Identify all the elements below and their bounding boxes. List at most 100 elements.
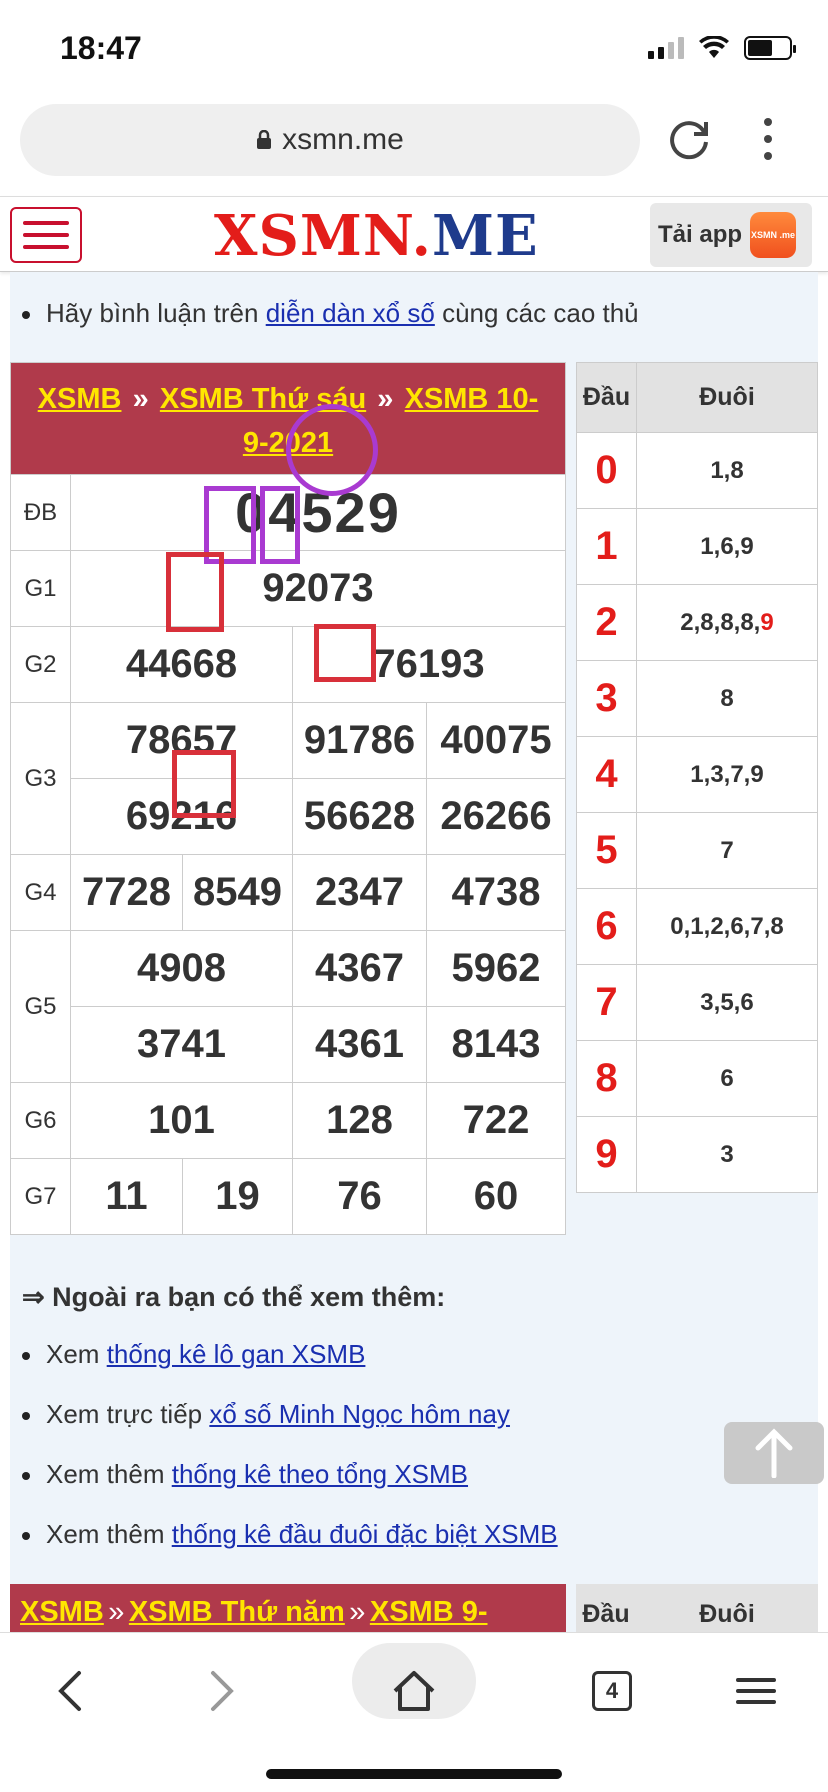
duoi-values: 3,5,6: [636, 964, 818, 1041]
dau-digit: 0: [576, 432, 637, 509]
app-icon: XSMN .me: [750, 212, 797, 258]
dau-digit: 2: [576, 584, 637, 661]
prize-label-g6: G6: [10, 1082, 71, 1159]
breadcrumb-weekday[interactable]: XSMB Thứ năm: [129, 1596, 345, 1628]
prize-g3: 26266: [426, 778, 566, 855]
forward-icon: [211, 1671, 234, 1711]
duoi-header: Đuôi: [636, 362, 818, 433]
see-more-section: ⇒ Ngoài ra bạn có thể xem thêm: Xem thốn…: [22, 1282, 802, 1579]
home-icon-wrap: [384, 1651, 444, 1731]
see-more-item: Xem thống kê lô gan XSMB: [22, 1339, 802, 1399]
breadcrumb-xsmb[interactable]: XSMB: [20, 1596, 104, 1628]
prize-g5: 3741: [70, 1006, 293, 1083]
duoi-values: 7: [636, 812, 818, 889]
status-time: 18:47: [60, 30, 142, 66]
prize-g2: 44668: [70, 626, 293, 703]
prize-g5: 4908: [70, 930, 293, 1007]
dau-digit: 1: [576, 508, 637, 585]
dau-digit: 6: [576, 888, 637, 965]
prize-g2: 76193: [292, 626, 566, 703]
site-header: XSMN.ME Tải app XSMN .me: [0, 196, 828, 272]
prize-g3: 40075: [426, 702, 566, 779]
prize-label-g1: G1: [10, 550, 71, 627]
prize-label-g4: G4: [10, 854, 71, 931]
prize-g4: 7728: [70, 854, 183, 931]
thong-ke-tong-link[interactable]: thống kê theo tổng XSMB: [172, 1459, 468, 1489]
minh-ngoc-link[interactable]: xổ số Minh Ngọc hôm nay: [209, 1399, 510, 1429]
prize-g3: 56628: [292, 778, 427, 855]
lock-icon: [257, 130, 272, 149]
forum-link[interactable]: diễn dàn xổ số: [266, 298, 435, 328]
signal-icon: [648, 37, 684, 59]
main-content: Hãy bình luận trên diễn dàn xổ số cùng c…: [10, 272, 824, 1644]
prize-g5: 4361: [292, 1006, 427, 1083]
prize-g1: 92073: [70, 550, 566, 627]
duoi-values: 0,1,2,6,7,8: [636, 888, 818, 965]
prize-g5: 4367: [292, 930, 427, 1007]
duoi-values: 3: [636, 1116, 818, 1193]
prize-g6: 101: [70, 1082, 293, 1159]
breadcrumb-date[interactable]: XSMB 9-: [370, 1596, 488, 1628]
prize-g4: 8549: [182, 854, 293, 931]
prize-label-g2: G2: [10, 626, 71, 703]
duoi-values: 1,3,7,9: [636, 736, 818, 813]
prize-g4: 2347: [292, 854, 427, 931]
tabs-icon: 4: [592, 1671, 632, 1711]
tabs-button[interactable]: 4: [582, 1651, 642, 1731]
browser-url-row: xsmn.me: [0, 100, 828, 196]
prize-g5: 5962: [426, 930, 566, 1007]
duoi-values: 6: [636, 1040, 818, 1117]
breadcrumb-xsmb[interactable]: XSMB: [38, 383, 122, 415]
dau-duoi-dac-biet-link[interactable]: thống kê đầu đuôi đặc biệt XSMB: [172, 1519, 558, 1549]
dau-header: Đầu: [576, 362, 637, 433]
wifi-icon: [699, 36, 729, 58]
status-icons: [648, 36, 796, 60]
prize-g6: 722: [426, 1082, 566, 1159]
download-app-label: Tải app: [658, 221, 743, 248]
prize-label-g5: G5: [10, 930, 71, 1083]
back-button[interactable]: [40, 1651, 100, 1731]
duoi-values: 1,8: [636, 432, 818, 509]
home-indicator: [266, 1769, 562, 1779]
result-table: XSMB » XSMB Thứ sáu » XSMB 10-9-2021 ĐB …: [10, 362, 566, 1235]
prize-g5: 8143: [426, 1006, 566, 1083]
hamburger-icon[interactable]: [10, 207, 82, 263]
prize-g3: 91786: [292, 702, 427, 779]
comment-line: Hãy bình luận trên diễn dàn xổ số cùng c…: [22, 298, 639, 329]
duoi-values: 1,6,9: [636, 508, 818, 585]
back-icon: [58, 1671, 81, 1711]
see-more-item: Xem thêm thống kê theo tổng XSMB: [22, 1459, 802, 1519]
forward-button[interactable]: [192, 1651, 252, 1731]
special-prize: 04529: [70, 474, 566, 551]
more-icon[interactable]: [750, 114, 786, 164]
dau-digit: 7: [576, 964, 637, 1041]
dau-duoi-table: Đầu Đuôi 0 1,8 1 1,6,9 2 2,8,8,8,9 38 4 1,3,…: [576, 362, 818, 1193]
duoi-values: 2,8,8,8,9: [636, 584, 818, 661]
address-bar[interactable]: xsmn.me: [20, 104, 640, 176]
menu-icon: [736, 1678, 776, 1704]
prize-g6: 128: [292, 1082, 427, 1159]
scroll-top-button[interactable]: [724, 1422, 824, 1484]
prize-g7: 11: [70, 1158, 183, 1235]
see-more-item: Xem trực tiếp xổ số Minh Ngọc hôm nay: [22, 1399, 802, 1459]
duoi-values: 8: [636, 660, 818, 737]
home-icon: [393, 1671, 435, 1711]
status-bar: 18:47: [0, 0, 828, 100]
prize-label-g7: G7: [10, 1158, 71, 1235]
battery-icon: [744, 36, 796, 60]
prize-label-g3: G3: [10, 702, 71, 855]
dau-digit: 8: [576, 1040, 637, 1117]
prize-g7: 60: [426, 1158, 566, 1235]
prize-g3: 69216: [70, 778, 293, 855]
dau-digit: 3: [576, 660, 637, 737]
url-text: xsmn.me: [282, 123, 404, 156]
breadcrumb-weekday[interactable]: XSMB Thứ sáu: [160, 383, 366, 415]
download-app-button[interactable]: Tải app XSMN .me: [650, 203, 812, 267]
prize-g4: 4738: [426, 854, 566, 931]
site-logo[interactable]: XSMN.ME: [214, 203, 539, 269]
menu-button[interactable]: [726, 1651, 786, 1731]
reload-icon[interactable]: [664, 114, 714, 164]
browser-toolbar: 4: [0, 1632, 828, 1792]
lo-gan-link[interactable]: thống kê lô gan XSMB: [107, 1339, 366, 1369]
prize-g7: 19: [182, 1158, 293, 1235]
